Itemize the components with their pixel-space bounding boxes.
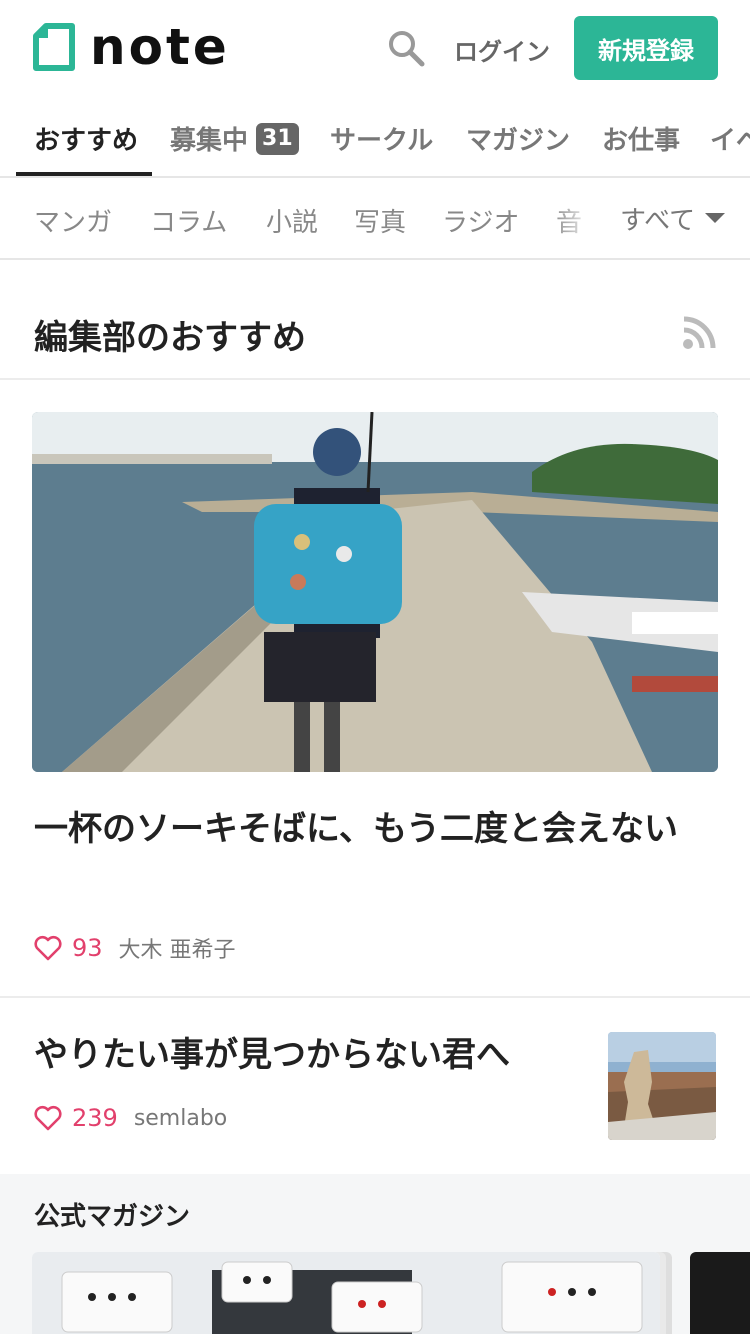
author-name[interactable]: semlabo <box>134 1106 227 1131</box>
magazine-card[interactable] <box>32 1252 660 1334</box>
like-count: 93 <box>72 934 103 962</box>
tab-magazine[interactable]: マガジン <box>466 120 570 157</box>
section-title: 公式マガジン <box>34 1202 191 1232</box>
search-icon[interactable] <box>386 28 426 68</box>
category-radio[interactable]: ラジオ <box>442 202 519 239</box>
tab-events[interactable]: イベ <box>710 120 750 157</box>
editor-picks-header: 編集部のおすすめ <box>0 260 750 380</box>
tab-recruiting[interactable]: 募集中 31 <box>170 120 299 157</box>
tab-label: 募集中 <box>170 126 249 156</box>
tab-label: お仕事 <box>602 126 681 156</box>
like-count: 239 <box>72 1104 118 1132</box>
tab-circle[interactable]: サークル <box>330 120 433 157</box>
app-header: note ログイン 新規登録 <box>0 0 750 96</box>
official-magazines-section: 公式マガジン <box>0 1174 750 1334</box>
featured-article-image[interactable] <box>32 412 718 772</box>
rss-icon[interactable] <box>682 316 716 350</box>
tab-label: マガジン <box>466 126 571 156</box>
logo-text: note <box>90 18 230 76</box>
tab-label: イベ <box>710 126 750 156</box>
featured-article-title[interactable]: 一杯のソーキそばに、もう二度と会えない <box>34 802 724 856</box>
active-tab-indicator <box>16 172 152 176</box>
featured-article-meta: 93 大木 亜希子 <box>34 932 236 964</box>
category-photo[interactable]: 写真 <box>354 202 406 239</box>
login-link[interactable]: ログイン <box>454 32 550 67</box>
category-column[interactable]: コラム <box>150 202 227 239</box>
note-logo-icon <box>33 23 75 71</box>
article-title[interactable]: やりたい事が見つからない君へ <box>34 1030 594 1080</box>
heart-icon[interactable] <box>34 935 62 961</box>
all-categories-button[interactable]: すべて <box>604 178 750 258</box>
tab-label: サークル <box>330 126 434 156</box>
main-tabs: おすすめ 募集中31 サークル マガジン お仕事 イベ <box>0 100 750 178</box>
category-novel[interactable]: 小説 <box>266 202 318 239</box>
tab-label: おすすめ <box>34 126 139 156</box>
heart-icon[interactable] <box>34 1105 62 1131</box>
divider <box>0 996 750 998</box>
magazine-card[interactable] <box>690 1252 750 1334</box>
article-meta: 239 semlabo <box>34 1104 227 1132</box>
section-title: 編集部のおすすめ <box>34 318 306 358</box>
signup-button[interactable]: 新規登録 <box>574 16 718 80</box>
category-manga[interactable]: マンガ <box>34 202 112 239</box>
author-name[interactable]: 大木 亜希子 <box>119 932 236 964</box>
chevron-down-icon <box>705 213 726 223</box>
scroll-fade <box>552 178 612 258</box>
tab-recommended[interactable]: おすすめ <box>34 120 138 157</box>
count-badge: 31 <box>256 122 299 155</box>
all-categories-label: すべて <box>620 205 696 236</box>
tab-jobs[interactable]: お仕事 <box>602 120 680 157</box>
category-nav: マンガ コラム 小説 写真 ラジオ 音 すべて <box>0 178 750 260</box>
article-thumbnail[interactable] <box>608 1032 716 1140</box>
note-logo[interactable]: note <box>32 22 230 72</box>
